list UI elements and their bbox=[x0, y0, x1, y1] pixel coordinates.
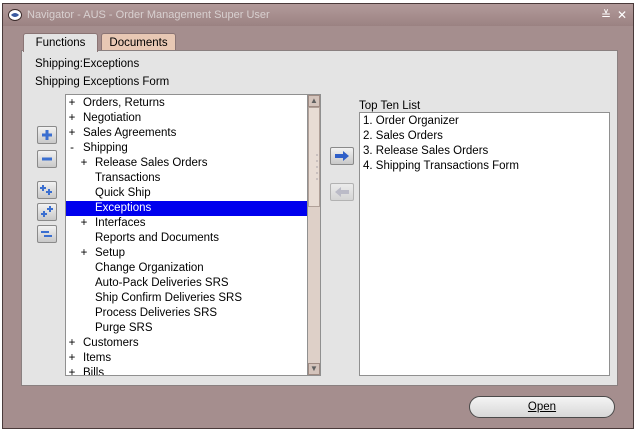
expand-node-icon[interactable]: + bbox=[79, 156, 89, 171]
function-description: Shipping Exceptions Form bbox=[35, 76, 170, 88]
expand-node-icon[interactable]: + bbox=[67, 126, 77, 141]
tree-item-label: Bills bbox=[83, 367, 105, 376]
tree-item[interactable]: + Sales Agreements bbox=[66, 126, 307, 141]
oracle-app-icon bbox=[8, 9, 22, 21]
function-tree[interactable]: + Orders, Returns + Negotiation + Sales Agree… bbox=[65, 94, 308, 376]
arrow-left-icon bbox=[335, 187, 349, 197]
collapse-all-icon bbox=[41, 231, 52, 237]
tree-item-label: Reports and Documents bbox=[95, 232, 220, 244]
tree-item[interactable]: Auto-Pack Deliveries SRS bbox=[66, 276, 307, 291]
tree-item-label: Setup bbox=[95, 247, 126, 259]
minimize-icon[interactable]: ≚ bbox=[599, 8, 613, 22]
tree-item[interactable]: Exceptions bbox=[66, 201, 307, 216]
collapse-all-button[interactable] bbox=[37, 225, 57, 243]
top-ten-list[interactable]: 1. Order Organizer 2. Sales Orders 3. Re… bbox=[359, 112, 610, 376]
remove-from-top-ten-button[interactable] bbox=[330, 183, 354, 201]
tree-item-label: Items bbox=[83, 352, 112, 364]
tree-item[interactable]: + Release Sales Orders bbox=[66, 156, 307, 171]
tree-item[interactable]: + Orders, Returns bbox=[66, 96, 307, 111]
tree-item-label: Customers bbox=[83, 337, 139, 349]
top-ten-item[interactable]: 3. Release Sales Orders bbox=[363, 144, 488, 159]
tree-item[interactable]: + Negotiation bbox=[66, 111, 307, 126]
tree-item[interactable]: Process Deliveries SRS bbox=[66, 306, 307, 321]
expand-node-icon[interactable]: + bbox=[67, 111, 77, 126]
tree-item-label: Sales Agreements bbox=[83, 127, 177, 139]
top-ten-label: Top Ten List bbox=[359, 100, 421, 112]
splitter-handle[interactable] bbox=[314, 152, 320, 182]
open-button-label: Open bbox=[527, 401, 557, 413]
tree-item[interactable]: + Customers bbox=[66, 336, 307, 351]
tree-item[interactable]: Ship Confirm Deliveries SRS bbox=[66, 291, 307, 306]
tree-item-label: Interfaces bbox=[95, 217, 146, 229]
function-path: Shipping:Exceptions bbox=[35, 58, 140, 70]
expand-branch-button[interactable] bbox=[37, 181, 57, 199]
expand-all-icon bbox=[41, 206, 53, 217]
tree-item-label: Shipping bbox=[83, 142, 128, 154]
tree-item-label: Ship Confirm Deliveries SRS bbox=[95, 292, 242, 304]
panel-content: Shipping:Exceptions Shipping Exceptions … bbox=[21, 50, 618, 386]
tree-item-label: Orders, Returns bbox=[83, 97, 165, 109]
expand-all-button[interactable] bbox=[37, 203, 57, 221]
expand-node-icon[interactable]: + bbox=[67, 351, 77, 366]
expand-branch-icon bbox=[40, 185, 52, 195]
tree-item[interactable]: Reports and Documents bbox=[66, 231, 307, 246]
title-bar[interactable]: Navigator - AUS - Order Management Super… bbox=[3, 4, 633, 26]
tree-item-label: Transactions bbox=[95, 172, 161, 184]
close-icon[interactable]: ✕ bbox=[615, 8, 629, 22]
expand-node-icon[interactable]: + bbox=[67, 96, 77, 111]
collapse-button[interactable] bbox=[37, 150, 57, 168]
tree-item-label: Quick Ship bbox=[95, 187, 151, 199]
tree-item[interactable]: + Interfaces bbox=[66, 216, 307, 231]
expand-node-icon[interactable]: + bbox=[67, 336, 77, 351]
tree-item-label: Negotiation bbox=[83, 112, 142, 124]
tree-item-label: Process Deliveries SRS bbox=[95, 307, 218, 319]
scroll-up-arrow-icon[interactable]: ▲ bbox=[308, 95, 320, 107]
plus-icon bbox=[42, 130, 52, 140]
tree-item-label: Exceptions bbox=[95, 202, 152, 214]
scroll-down-arrow-icon[interactable]: ▼ bbox=[308, 363, 320, 375]
tab-documents[interactable]: Documents bbox=[101, 33, 176, 51]
top-ten-item[interactable]: 4. Shipping Transactions Form bbox=[363, 159, 519, 174]
tree-item[interactable]: + Items bbox=[66, 351, 307, 366]
add-to-top-ten-button[interactable] bbox=[330, 147, 354, 165]
tree-item[interactable]: Change Organization bbox=[66, 261, 307, 276]
expand-button[interactable] bbox=[37, 126, 57, 144]
minus-icon bbox=[42, 157, 52, 161]
tree-item-label: Release Sales Orders bbox=[95, 157, 208, 169]
tree-item-label: Purge SRS bbox=[95, 322, 153, 334]
expand-node-icon[interactable]: + bbox=[79, 216, 89, 231]
navigator-window: Navigator - AUS - Order Management Super… bbox=[2, 3, 634, 429]
tree-item[interactable]: Transactions bbox=[66, 171, 307, 186]
tree-item[interactable]: - Shipping bbox=[66, 141, 307, 156]
tree-item[interactable]: + Bills bbox=[66, 366, 307, 376]
tree-item[interactable]: + Setup bbox=[66, 246, 307, 261]
window-title: Navigator - AUS - Order Management Super… bbox=[27, 9, 270, 21]
tree-item[interactable]: Purge SRS bbox=[66, 321, 307, 336]
top-ten-item[interactable]: 2. Sales Orders bbox=[363, 129, 443, 144]
top-ten-item[interactable]: 1. Order Organizer bbox=[363, 114, 459, 129]
open-button[interactable]: Open bbox=[469, 396, 615, 418]
expand-node-icon[interactable]: + bbox=[79, 246, 89, 261]
collapse-node-icon[interactable]: - bbox=[67, 141, 77, 156]
tree-item-label: Change Organization bbox=[95, 262, 204, 274]
expand-node-icon[interactable]: + bbox=[67, 366, 77, 375]
tree-scrollbar[interactable]: ▲ ▼ bbox=[307, 94, 321, 376]
tree-item[interactable]: Quick Ship bbox=[66, 186, 307, 201]
tree-item-label: Auto-Pack Deliveries SRS bbox=[95, 277, 229, 289]
arrow-right-icon bbox=[335, 151, 349, 161]
